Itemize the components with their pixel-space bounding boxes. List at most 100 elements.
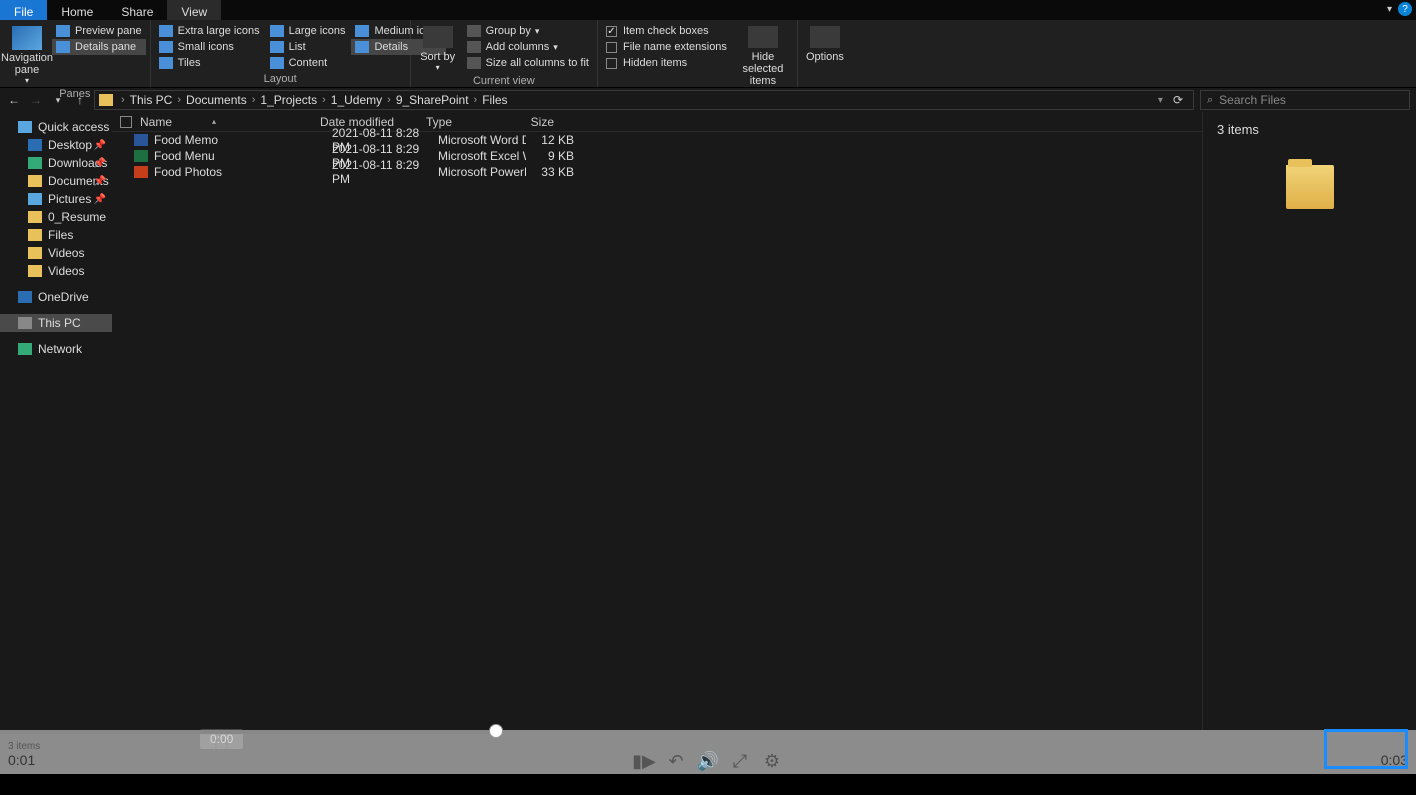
column-name[interactable]: Name▴ bbox=[112, 115, 312, 129]
settings-button[interactable]: ⚙ bbox=[761, 750, 783, 772]
ribbon: Navigation pane ▾ Preview pane Details p… bbox=[0, 20, 1416, 88]
current-view-group-label: Current view bbox=[415, 75, 593, 89]
tab-file[interactable]: File bbox=[0, 0, 47, 20]
sidebar-resume[interactable]: 0_Resume bbox=[0, 208, 112, 226]
extra-large-icons-icon bbox=[159, 25, 173, 37]
breadcrumb-segment[interactable]: This PC bbox=[127, 93, 176, 107]
search-icon: ⌕ bbox=[1207, 94, 1213, 107]
view-extra-large-icons[interactable]: Extra large icons bbox=[155, 23, 264, 39]
address-bar[interactable]: › This PC› Documents› 1_Projects› 1_Udem… bbox=[94, 90, 1194, 110]
up-button[interactable]: ↑ bbox=[72, 92, 88, 108]
quick-access-icon bbox=[18, 121, 32, 133]
view-tiles[interactable]: Tiles bbox=[155, 55, 264, 71]
sort-by-icon bbox=[423, 26, 453, 48]
ribbon-group-panes: Navigation pane ▾ Preview pane Details p… bbox=[0, 20, 151, 87]
back-button[interactable]: ← bbox=[6, 92, 22, 108]
sidebar-network[interactable]: Network bbox=[0, 340, 112, 358]
sidebar-documents[interactable]: Documents📌 bbox=[0, 172, 112, 190]
size-all-columns-button[interactable]: Size all columns to fit bbox=[463, 55, 593, 71]
tab-share[interactable]: Share bbox=[107, 0, 167, 20]
file-name: Food Menu bbox=[154, 149, 332, 163]
view-large-icons[interactable]: Large icons bbox=[266, 23, 350, 39]
documents-icon bbox=[28, 175, 42, 187]
hide-selected-icon bbox=[748, 26, 778, 48]
play-pause-button[interactable]: ▮▶ bbox=[633, 750, 655, 772]
onedrive-icon bbox=[18, 291, 32, 303]
item-checkboxes-toggle[interactable]: Item check boxes bbox=[602, 23, 731, 39]
tab-view[interactable]: View bbox=[167, 0, 221, 20]
sort-arrow-icon: ▴ bbox=[212, 117, 216, 126]
file-list-area: Name▴ Date modified Type Size Food Memo2… bbox=[112, 112, 1202, 730]
ribbon-group-current-view: Sort by ▾ Group by▾ Add columns▾ Size al… bbox=[411, 20, 598, 87]
file-type: Microsoft Excel W... bbox=[438, 149, 526, 163]
sidebar-desktop[interactable]: Desktop📌 bbox=[0, 136, 112, 154]
view-list[interactable]: List bbox=[266, 39, 350, 55]
minimize-ribbon-icon[interactable]: ▾ bbox=[1387, 4, 1392, 15]
help-icon[interactable]: ? bbox=[1398, 2, 1412, 16]
sort-by-button[interactable]: Sort by ▾ bbox=[415, 23, 461, 75]
refresh-icon[interactable]: ⟳ bbox=[1167, 93, 1189, 107]
medium-icons-icon bbox=[355, 25, 369, 37]
downloads-icon bbox=[28, 157, 42, 169]
sidebar-quick-access[interactable]: Quick access bbox=[0, 118, 112, 136]
size-columns-icon bbox=[467, 57, 481, 69]
view-small-icons[interactable]: Small icons bbox=[155, 39, 264, 55]
volume-button[interactable]: 🔊 bbox=[697, 750, 719, 772]
sidebar-videos-2[interactable]: Videos bbox=[0, 262, 112, 280]
file-extensions-toggle[interactable]: File name extensions bbox=[602, 39, 731, 55]
details-panel: 3 items bbox=[1202, 112, 1416, 730]
forward-button[interactable]: → bbox=[28, 92, 44, 108]
breadcrumb-segment[interactable]: 1_Projects bbox=[257, 93, 320, 107]
add-columns-button[interactable]: Add columns▾ bbox=[463, 39, 593, 55]
column-headers: Name▴ Date modified Type Size bbox=[112, 112, 1202, 132]
list-icon bbox=[270, 41, 284, 53]
address-dropdown-icon[interactable]: ▾ bbox=[1154, 95, 1167, 106]
ribbon-group-options: Options bbox=[798, 20, 852, 87]
rewind-button[interactable]: ↶ bbox=[665, 750, 687, 772]
file-row[interactable]: Food Menu2021-08-11 8:29 PMMicrosoft Exc… bbox=[112, 148, 1202, 164]
group-by-button[interactable]: Group by▾ bbox=[463, 23, 593, 39]
group-by-icon bbox=[467, 25, 481, 37]
folder-icon bbox=[99, 94, 113, 106]
desktop-icon bbox=[28, 139, 42, 151]
file-row[interactable]: Food Photos2021-08-11 8:29 PMMicrosoft P… bbox=[112, 164, 1202, 180]
details-icon bbox=[355, 41, 369, 53]
navigation-pane-button[interactable]: Navigation pane ▾ bbox=[4, 23, 50, 88]
hide-selected-button[interactable]: Hide selected items bbox=[733, 23, 793, 90]
video-controls: 3 items 0:01 ▮▶ ↶ 🔊 ⤢ ⚙ 0:03 bbox=[0, 730, 1416, 774]
sidebar-onedrive[interactable]: OneDrive bbox=[0, 288, 112, 306]
view-content[interactable]: Content bbox=[266, 55, 350, 71]
progress-thumb[interactable] bbox=[489, 724, 503, 738]
breadcrumb-segment[interactable]: 9_SharePoint bbox=[393, 93, 472, 107]
file-row[interactable]: Food Memo2021-08-11 8:28 PMMicrosoft Wor… bbox=[112, 132, 1202, 148]
sidebar-downloads[interactable]: Downloads📌 bbox=[0, 154, 112, 172]
hidden-items-toggle[interactable]: Hidden items bbox=[602, 55, 731, 71]
file-size: 9 KB bbox=[526, 149, 582, 163]
file-size: 12 KB bbox=[526, 133, 582, 147]
details-pane-button[interactable]: Details pane bbox=[52, 39, 146, 55]
progress-fill bbox=[0, 730, 496, 734]
file-type: Microsoft Word D... bbox=[438, 133, 526, 147]
breadcrumb-segment[interactable]: 1_Udemy bbox=[328, 93, 385, 107]
pin-icon: 📌 bbox=[94, 140, 106, 151]
search-input[interactable]: ⌕ Search Files bbox=[1200, 90, 1410, 110]
sidebar-pictures[interactable]: Pictures📌 bbox=[0, 190, 112, 208]
current-time: 0:01 bbox=[8, 752, 40, 768]
preview-pane-button[interactable]: Preview pane bbox=[52, 23, 146, 39]
progress-bar[interactable] bbox=[0, 730, 1416, 734]
tab-home[interactable]: Home bbox=[47, 0, 107, 20]
main-area: Quick access Desktop📌 Downloads📌 Documen… bbox=[0, 112, 1416, 730]
sidebar-this-pc[interactable]: This PC bbox=[0, 314, 112, 332]
column-size[interactable]: Size bbox=[506, 115, 562, 129]
options-button[interactable]: Options bbox=[802, 23, 848, 73]
tiles-icon bbox=[159, 57, 173, 69]
file-size: 33 KB bbox=[526, 165, 582, 179]
sidebar-videos[interactable]: Videos bbox=[0, 244, 112, 262]
breadcrumb-segment[interactable]: Files bbox=[479, 93, 510, 107]
sidebar-files[interactable]: Files bbox=[0, 226, 112, 244]
breadcrumb-segment[interactable]: Documents bbox=[183, 93, 250, 107]
recent-dropdown[interactable]: ▾ bbox=[50, 92, 66, 108]
fullscreen-button[interactable]: ⤢ bbox=[729, 750, 751, 772]
select-all-checkbox[interactable] bbox=[120, 116, 132, 128]
large-icons-icon bbox=[270, 25, 284, 37]
